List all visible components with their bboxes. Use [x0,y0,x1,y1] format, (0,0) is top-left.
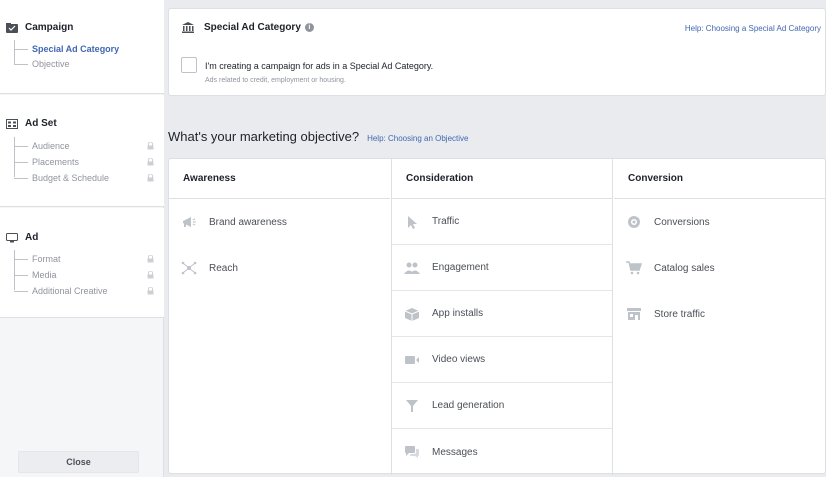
campaign-heading[interactable]: Campaign [6,22,73,33]
ad-section: Ad Format Media Additional Creative [0,208,164,318]
sidebar-item-label: Additional Creative [32,286,108,296]
objective-lead-generation[interactable]: Lead generation [392,383,612,429]
cursor-icon [404,215,420,229]
sidebar-item-media[interactable]: Media [14,270,154,280]
objective-reach[interactable]: Reach [169,245,390,291]
box-icon [404,307,420,321]
sidebar-item-label: Format [32,254,61,264]
objective-app-installs[interactable]: App installs [392,291,612,337]
objective-label: Messages [432,446,478,458]
ad-heading[interactable]: Ad [6,232,38,243]
sidebar-item-special-ad-category[interactable]: Special Ad Category [14,44,154,54]
sidebar-item-budget-schedule[interactable]: Budget & Schedule [14,173,154,183]
special-ad-category-checkbox[interactable] [181,57,197,73]
people-icon [404,261,420,275]
close-button[interactable]: Close [18,451,139,473]
objective-video-views[interactable]: Video views [392,337,612,383]
cart-icon [626,261,642,275]
objective-title: What's your marketing objective? [168,129,360,144]
objective-label: Brand awareness [209,216,287,228]
chat-icon [404,445,420,459]
lock-icon [147,287,154,295]
checkbox-label: I'm creating a campaign for ads in a Spe… [205,61,434,71]
sidebar-item-label: Media [32,270,57,280]
column-heading: Awareness [169,159,390,199]
objective-heading: What's your marketing objective? Help: C… [168,129,468,144]
megaphone-icon [181,215,197,229]
awareness-column: Awareness Brand awareness Reach [169,159,390,475]
objective-traffic[interactable]: Traffic [392,199,612,245]
lock-icon [147,158,154,166]
consideration-column: Consideration Traffic Engagement App ins… [391,159,613,475]
objective-label: Video views [432,354,486,365]
help-objective-link[interactable]: Help: Choosing an Objective [367,134,468,143]
globe-icon [626,215,642,229]
objective-label: Engagement [432,262,489,273]
objective-label: Store traffic [654,308,705,320]
sidebar-item-label: Placements [32,157,80,167]
checkbox-description: Ads related to credit, employment or hou… [205,77,346,84]
column-heading: Conversion [614,159,826,199]
special-ad-category-card: Special Ad Category i Help: Choosing a S… [168,8,826,96]
ad-set-heading[interactable]: Ad Set [6,118,57,129]
video-icon [404,353,420,367]
objective-label: Conversions [654,216,710,228]
store-icon [626,307,642,321]
reach-icon [181,261,197,275]
lock-icon [147,142,154,150]
objective-label: App installs [432,308,484,319]
sidebar-item-label: Audience [32,141,70,151]
folder-icon [6,22,18,33]
special-ad-category-heading: Special Ad Category i [181,21,314,33]
objective-conversions[interactable]: Conversions [614,199,826,245]
sidebar-item-placements[interactable]: Placements [14,157,154,167]
ad-set-icon [6,118,18,129]
objective-grid: Awareness Brand awareness Reach Consider… [168,158,826,475]
info-icon[interactable]: i [304,22,314,32]
help-special-ad-link[interactable]: Help: Choosing a Special Ad Category [685,24,821,33]
sidebar-item-label: Objective [32,59,70,69]
objective-catalog-sales[interactable]: Catalog sales [614,245,826,291]
sidebar-item-label: Budget & Schedule [32,173,110,183]
lock-icon [147,174,154,182]
objective-messages[interactable]: Messages [392,429,612,475]
objective-label: Lead generation [432,400,505,411]
sidebar: Campaign Special Ad Category Objective A… [0,0,164,477]
sidebar-item-label: Special Ad Category [32,44,120,54]
ad-set-section: Ad Set Audience Placements Budget & Sche… [0,95,164,207]
objective-engagement[interactable]: Engagement [392,245,612,291]
conversion-column: Conversion Conversions Catalog sales Sto… [614,159,826,475]
bank-icon [182,22,194,33]
campaign-section: Campaign Special Ad Category Objective [0,0,164,94]
objective-store-traffic[interactable]: Store traffic [614,291,826,337]
sidebar-item-audience[interactable]: Audience [14,141,154,151]
column-heading: Consideration [392,159,612,199]
objective-label: Traffic [432,216,460,227]
objective-brand-awareness[interactable]: Brand awareness [169,199,390,245]
monitor-icon [6,232,18,242]
sidebar-item-objective[interactable]: Objective [14,59,154,69]
campaign-title: Campaign [25,22,74,33]
sidebar-item-additional-creative[interactable]: Additional Creative [14,286,154,296]
lock-icon [147,271,154,279]
lock-icon [147,255,154,263]
sidebar-item-format[interactable]: Format [14,254,154,264]
ad-set-title: Ad Set [25,118,57,129]
special-ad-category-title: Special Ad Category [204,21,301,33]
ad-title: Ad [25,232,39,243]
funnel-icon [404,399,420,413]
objective-label: Catalog sales [654,262,715,274]
objective-label: Reach [209,262,238,274]
